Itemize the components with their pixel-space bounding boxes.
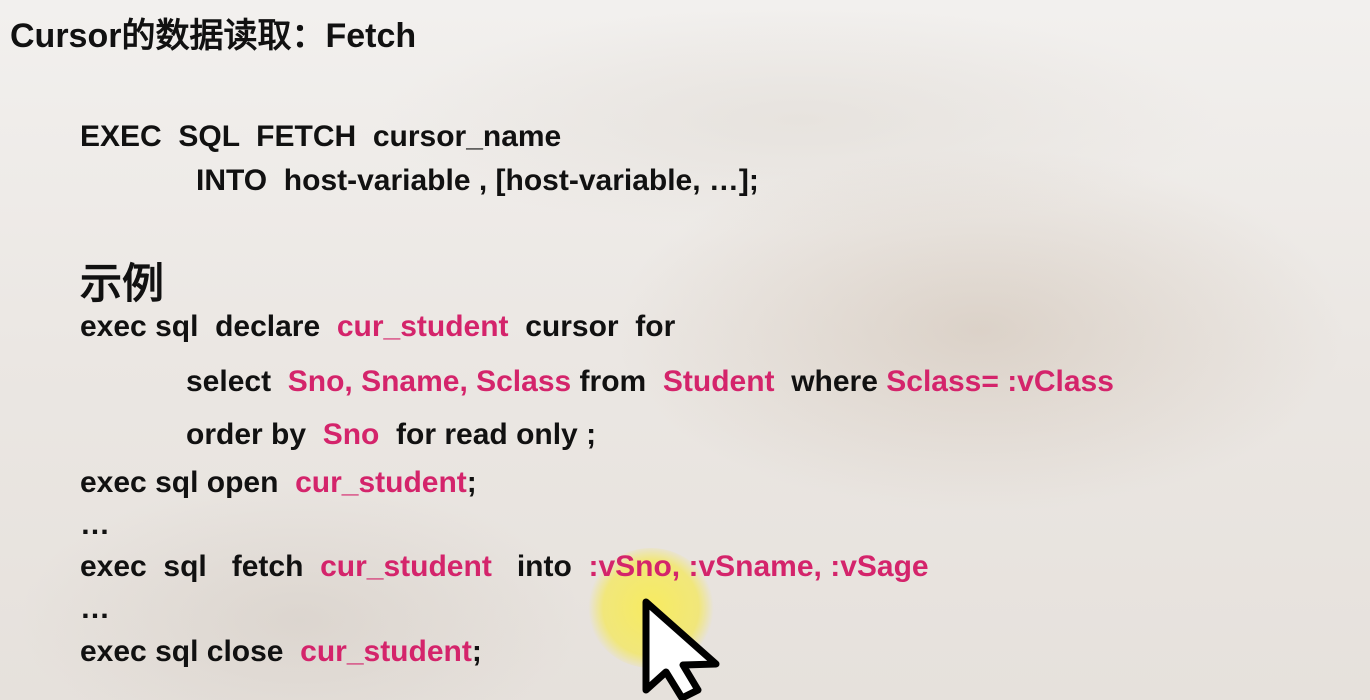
code-text: ;: [466, 466, 477, 499]
code-host-variables: :vSno, :vSname, :vSage: [588, 550, 929, 583]
example-heading: 示例: [80, 260, 165, 307]
code-line-close: exec sql close cur_student;: [80, 635, 482, 669]
code-text: exec sql close: [80, 635, 301, 668]
mouse-pointer-icon: [642, 598, 720, 700]
code-ellipsis: …: [80, 592, 110, 625]
code-columns: Sno, Sname, Sclass: [287, 365, 572, 398]
code-cursor-name: cur_student: [320, 550, 492, 583]
syntax-line-1: EXEC SQL FETCH cursor_name: [80, 120, 562, 153]
code-ellipsis: …: [80, 508, 110, 541]
code-text: order by: [186, 418, 323, 451]
code-text: select: [186, 365, 288, 398]
code-line-declare: exec sql declare cur_student cursor for: [80, 310, 675, 344]
code-cursor-name: cur_student: [300, 635, 472, 668]
code-cursor-name: cur_student: [295, 466, 467, 499]
code-line-select: select Sno, Sname, Sclass from Student w…: [186, 365, 1114, 399]
code-text: cursor for: [508, 310, 676, 343]
code-text: exec sql open: [80, 466, 296, 499]
code-order-column: Sno: [322, 418, 380, 451]
code-text: exec sql declare: [80, 310, 337, 343]
code-text: ;: [471, 635, 482, 668]
code-condition: Sclass= :vClass: [886, 365, 1114, 398]
code-line-fetch: exec sql fetch cur_student into :vSno, :…: [80, 550, 929, 584]
code-text: from: [571, 365, 663, 398]
code-line-open: exec sql open cur_student;: [80, 466, 477, 500]
code-line-order-by: order by Sno for read only ;: [186, 418, 596, 452]
code-table-name: Student: [662, 365, 775, 398]
slide-title: Cursor的数据读取：Fetch: [10, 17, 417, 55]
code-text: exec sql fetch: [80, 550, 321, 583]
code-text: where: [774, 365, 887, 398]
code-text: into: [491, 550, 589, 583]
syntax-line-2: INTO host-variable , [host-variable, …];: [196, 164, 759, 197]
code-text: for read only ;: [379, 418, 597, 451]
code-cursor-name: cur_student: [336, 310, 509, 343]
